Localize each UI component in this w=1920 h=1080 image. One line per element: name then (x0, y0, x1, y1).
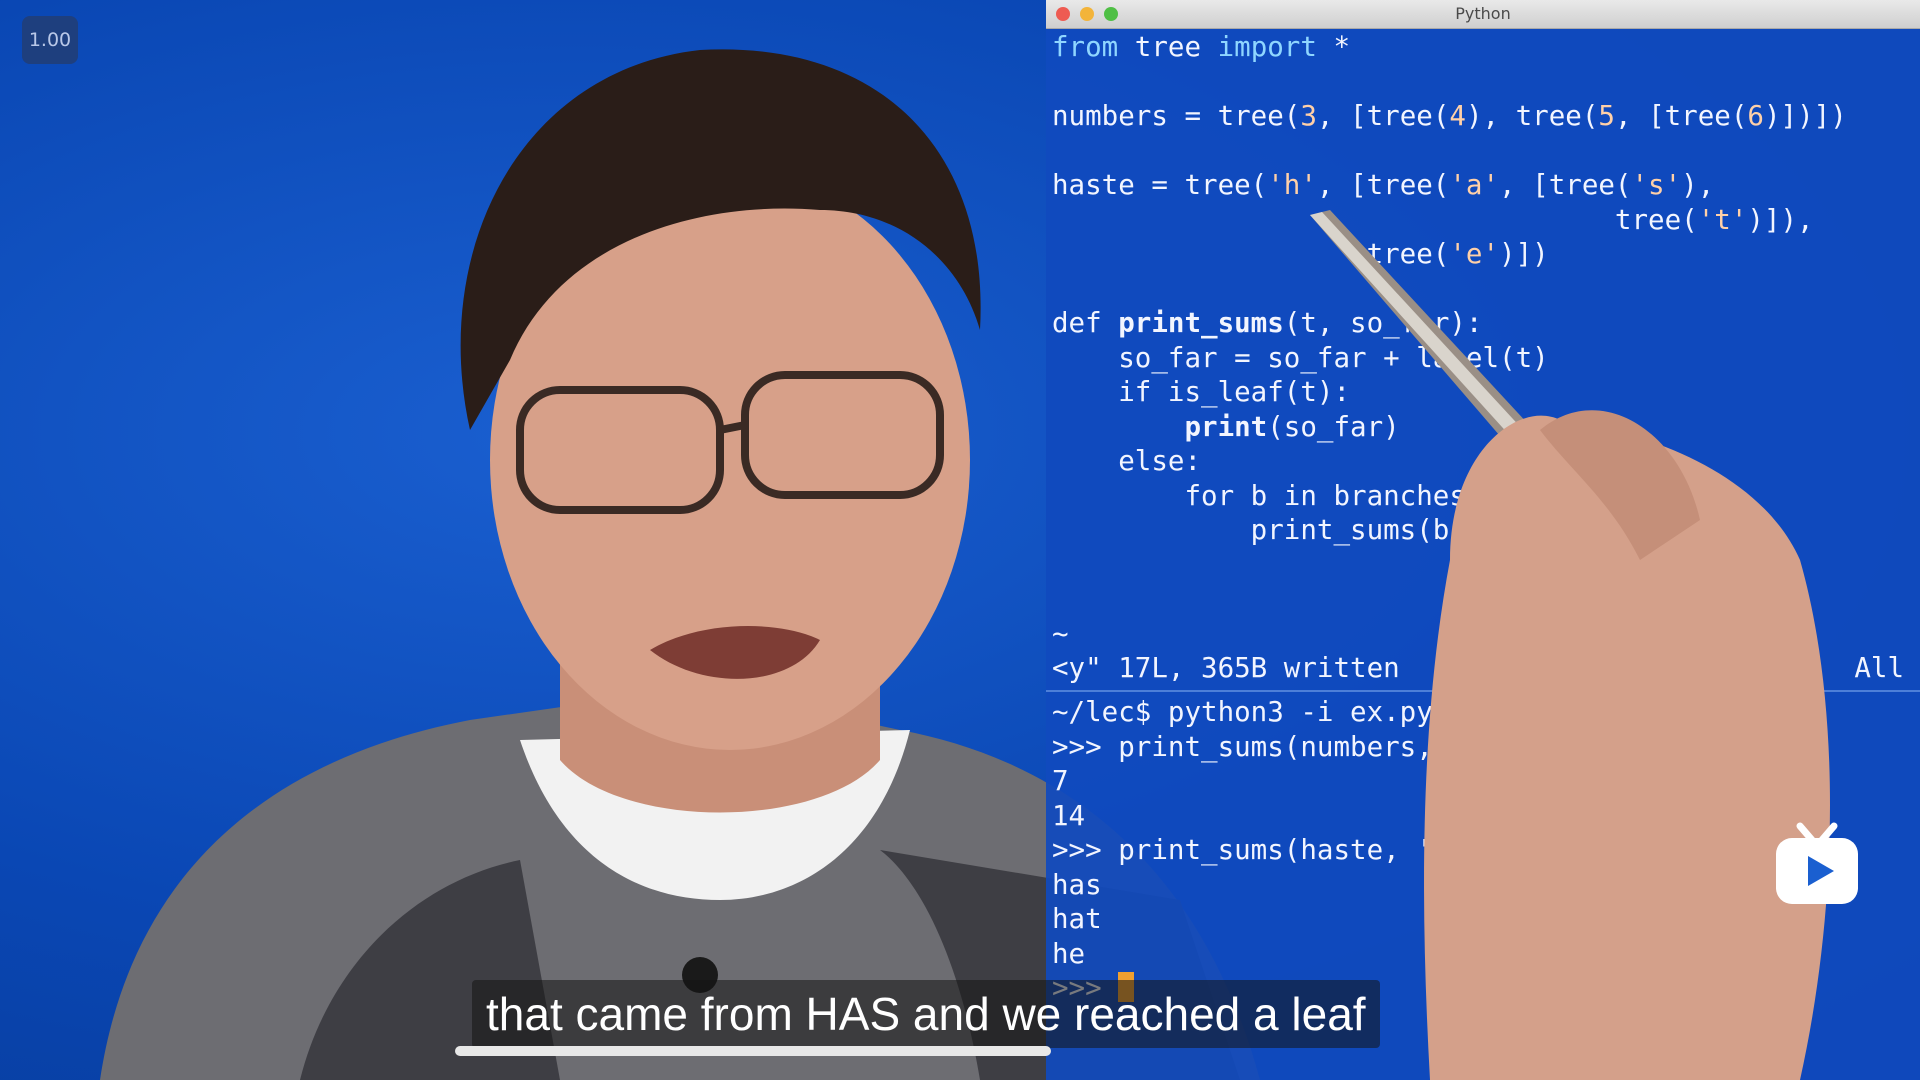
code-token: , [tree( (1499, 169, 1632, 201)
code-token: 4 (1449, 100, 1466, 132)
code-token: 3 (1300, 100, 1317, 132)
code-token: if is_leaf(t): (1052, 376, 1351, 408)
code-token: (so_far) (1267, 410, 1400, 443)
vim-editor-buffer[interactable]: from tree import * numbers = tree(3, [tre… (1052, 30, 1910, 651)
repl-line: ~/lec$ python3 -i ex.py (1052, 696, 1433, 728)
repl-line: he (1052, 937, 1086, 970)
vim-scroll-indicator: All (1854, 652, 1904, 684)
code-token: from (1052, 31, 1119, 63)
code-line: so_far = so_far + label(t) (1052, 341, 1910, 376)
code-token: )]) (1499, 238, 1549, 270)
code-line: tree('e')]) (1052, 237, 1910, 272)
code-token: 'h' (1267, 169, 1317, 201)
terminal-title: Python (1455, 4, 1511, 23)
code-token: print_sums(b, so_far) (1052, 514, 1599, 546)
code-token: print_sums (1118, 307, 1284, 339)
code-token: )]), (1747, 203, 1814, 236)
code-token: 's' (1631, 169, 1682, 201)
terminal-titlebar: Python (1046, 0, 1920, 29)
subtitle-caption: that came from HAS and we reached a leaf (472, 980, 1380, 1048)
code-token: 'a' (1449, 169, 1500, 201)
code-token: for b in branches(t): (1052, 479, 1533, 512)
code-line: def print_sums(t, so_far): (1052, 306, 1910, 341)
repl-line: 7 (1052, 765, 1069, 797)
video-progress-bar[interactable] (455, 1046, 1051, 1056)
code-token: import (1217, 31, 1317, 63)
code-token: def (1052, 307, 1119, 339)
code-line: from tree import * (1052, 30, 1910, 65)
code-line: else: (1052, 444, 1910, 479)
video-frame: 1.00 Python from tree import * numbers = … (0, 0, 1920, 1080)
code-token: * (1316, 31, 1351, 63)
code-token: ), tree( (1465, 100, 1599, 132)
code-token: )])]) (1763, 100, 1847, 132)
code-token: numbers = tree( (1052, 100, 1301, 132)
code-token: print (1184, 410, 1268, 443)
repl-line: hat (1052, 903, 1102, 935)
code-token: ~ (1052, 617, 1069, 650)
code-line: haste = tree('h', [tree('a', [tree('s'), (1052, 168, 1910, 203)
code-token: 6 (1747, 100, 1764, 132)
code-token: , [tree( (1316, 169, 1450, 201)
code-token: 't' (1697, 203, 1748, 236)
code-token: , [tree( (1316, 100, 1450, 132)
code-line: tree('t')]), (1052, 203, 1910, 238)
subtitle-text: that came from HAS and we reached a leaf (486, 988, 1366, 1040)
code-line: for b in branches(t): (1052, 479, 1910, 514)
code-line: if is_leaf(t): (1052, 375, 1910, 410)
pane-divider (1046, 690, 1920, 692)
code-line: print(so_far) (1052, 410, 1910, 445)
repl-line: >>> print_sums(numbers, 0) (1052, 730, 1483, 763)
code-token: tree( (1052, 203, 1698, 236)
code-token: haste = tree( (1052, 169, 1268, 201)
code-line: print_sums(b, so_far) (1052, 513, 1910, 548)
code-token: 5 (1598, 100, 1615, 132)
vim-cursor-position: 15,33 (1600, 652, 1683, 684)
code-line: ~ (1052, 617, 1910, 652)
code-line: numbers = tree(3, [tree(4), tree(5, [tre… (1052, 99, 1910, 134)
code-token: (t, so_far): (1283, 307, 1483, 339)
video-platform-logo-icon[interactable] (1772, 822, 1862, 906)
playback-speed-badge[interactable]: 1.00 (22, 16, 78, 64)
code-token: ), (1681, 169, 1715, 201)
vim-status-message: <y" 17L, 365B written (1052, 652, 1400, 684)
code-token: , [tree( (1614, 100, 1748, 132)
vim-status-line: <y" 17L, 365B written 15,33 All (1052, 652, 1910, 686)
code-token: else: (1052, 445, 1202, 477)
code-token: so_far = so_far + label(t) (1052, 341, 1549, 374)
code-token: 'e' (1449, 238, 1500, 270)
code-token: tree (1118, 31, 1218, 63)
code-token: tree( (1052, 238, 1450, 270)
terminal-window: Python from tree import * numbers = tree(… (1046, 0, 1920, 1080)
